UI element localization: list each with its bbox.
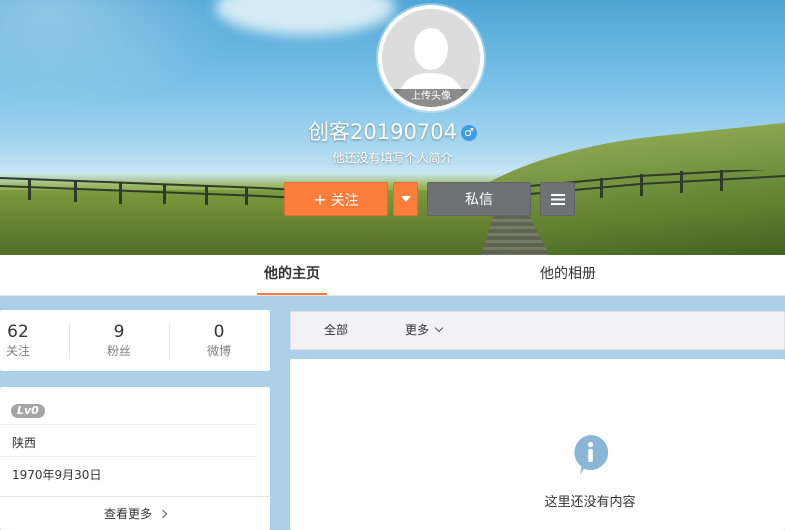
- see-more-link[interactable]: 查看更多: [0, 496, 270, 530]
- profile-tabs: 他的主页 他的相册: [0, 255, 785, 296]
- chevron-right-icon: [158, 509, 168, 519]
- profile-username: 创客20190704 ♂: [0, 116, 785, 146]
- avatar-placeholder: 上传头像: [382, 9, 480, 107]
- info-icon: [574, 434, 609, 475]
- stat-followers-label: 粉丝: [106, 344, 131, 358]
- info-divider: [0, 456, 255, 457]
- cover-cloud: [215, 0, 395, 35]
- profile-bio: 他还没有填写个人简介: [332, 151, 453, 165]
- plus-icon: +: [313, 190, 327, 209]
- stats-card: 62 关注 9 粉丝 0 微博: [0, 310, 270, 371]
- stat-posts-label: 微博: [206, 344, 231, 358]
- level-badge[interactable]: Lv0: [11, 404, 45, 418]
- upload-avatar-label[interactable]: 上传头像: [382, 89, 480, 107]
- tab-home[interactable]: 他的主页: [257, 255, 327, 295]
- tab-album[interactable]: 他的相册: [530, 255, 606, 295]
- stat-following[interactable]: 62 关注: [0, 322, 68, 360]
- stat-following-count: 62: [7, 322, 29, 342]
- see-more-label: 查看更多: [103, 507, 152, 521]
- cover-sky-haze: [0, 0, 240, 110]
- empty-state-text: 这里还没有内容: [544, 495, 636, 510]
- follow-button[interactable]: + 关注: [284, 182, 388, 216]
- username-text: 创客20190704: [308, 120, 457, 144]
- follow-label: 关注: [330, 193, 359, 209]
- filter-more-label: 更多: [405, 323, 430, 337]
- feed-filter-bar: 全部 更多: [290, 311, 785, 350]
- message-button[interactable]: 私信: [427, 182, 531, 216]
- follow-dropdown-button[interactable]: [393, 182, 418, 216]
- info-card: Lv0 陕西 1970年9月30日 查看更多: [0, 387, 270, 530]
- stat-posts-count: 0: [213, 322, 225, 342]
- stat-posts[interactable]: 0 微博: [169, 322, 269, 360]
- stat-following-label: 关注: [5, 344, 30, 358]
- info-birthday: 1970年9月30日: [12, 468, 102, 482]
- caret-down-icon: [400, 196, 411, 202]
- stat-followers-count: 9: [113, 322, 125, 342]
- filter-all[interactable]: 全部: [324, 312, 348, 349]
- info-location: 陕西: [12, 436, 37, 450]
- chevron-down-icon: [434, 323, 444, 333]
- menu-icon: [550, 194, 565, 205]
- info-divider: [0, 424, 255, 425]
- filter-more-dropdown[interactable]: 更多: [405, 312, 444, 349]
- avatar[interactable]: 上传头像: [378, 5, 484, 111]
- more-menu-button[interactable]: [540, 182, 575, 216]
- stat-followers[interactable]: 9 粉丝: [69, 322, 169, 360]
- male-gender-icon: ♂: [460, 125, 477, 141]
